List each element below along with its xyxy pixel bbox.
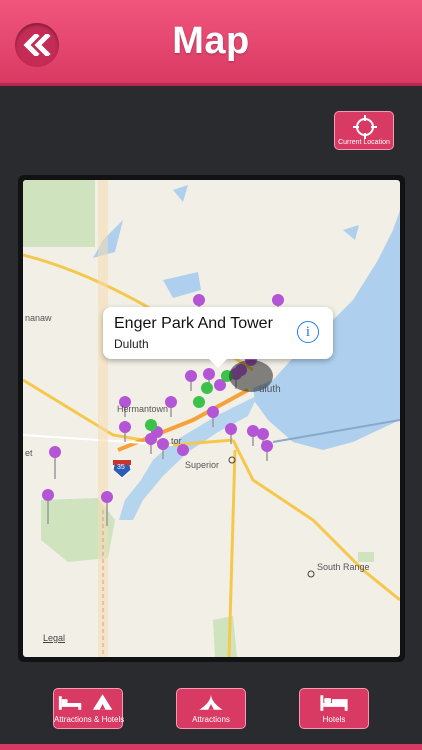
callout-title: Enger Park And Tower xyxy=(114,315,273,332)
page-title: Map xyxy=(172,20,250,62)
park-area xyxy=(358,552,374,562)
map-frame: Hermantown Superior uluth South Range to… xyxy=(18,175,405,662)
lake xyxy=(343,225,359,240)
bed-icon xyxy=(320,695,348,711)
label-highway-35: 35 xyxy=(117,464,125,471)
hotels-label: Hotels xyxy=(322,715,346,724)
legal-link[interactable]: Legal xyxy=(43,633,65,643)
tent-icon xyxy=(199,694,223,710)
footer-bar xyxy=(0,744,422,750)
label-nanaw: nanaw xyxy=(25,313,52,323)
attractions-button[interactable]: Attractions xyxy=(176,688,246,729)
map-view[interactable]: Hermantown Superior uluth South Range to… xyxy=(23,180,400,657)
current-location-label: Current Location xyxy=(338,139,390,146)
label-superior: Superior xyxy=(185,460,220,470)
header-bar: Map xyxy=(0,0,422,86)
label-duluth: uluth xyxy=(259,384,281,395)
attractions-label: Attractions xyxy=(192,715,230,724)
current-location-button[interactable]: Current Location xyxy=(334,111,394,150)
attractions-hotels-button[interactable]: Attractions & Hotels xyxy=(53,688,125,729)
label-proctor: tor xyxy=(171,436,182,446)
attractions-hotels-label: Attractions & Hotels xyxy=(54,715,125,724)
park-area xyxy=(213,616,237,657)
place-callout[interactable]: Enger Park And Tower Duluth i xyxy=(103,307,333,368)
bed-and-tent-icon xyxy=(58,694,113,710)
lake xyxy=(163,272,201,298)
lake xyxy=(173,185,188,202)
crosshair-icon xyxy=(353,115,377,139)
map-canvas xyxy=(23,180,400,657)
park-area xyxy=(23,180,95,247)
hotels-button[interactable]: Hotels xyxy=(299,688,369,729)
label-west: et xyxy=(25,448,33,458)
label-south-range: South Range xyxy=(317,562,370,572)
highway-road xyxy=(231,439,400,602)
label-hermantown: Hermantown xyxy=(117,404,169,414)
callout-subtitle: Duluth xyxy=(114,337,149,351)
city-dot xyxy=(307,570,315,578)
info-icon[interactable]: i xyxy=(297,321,319,343)
